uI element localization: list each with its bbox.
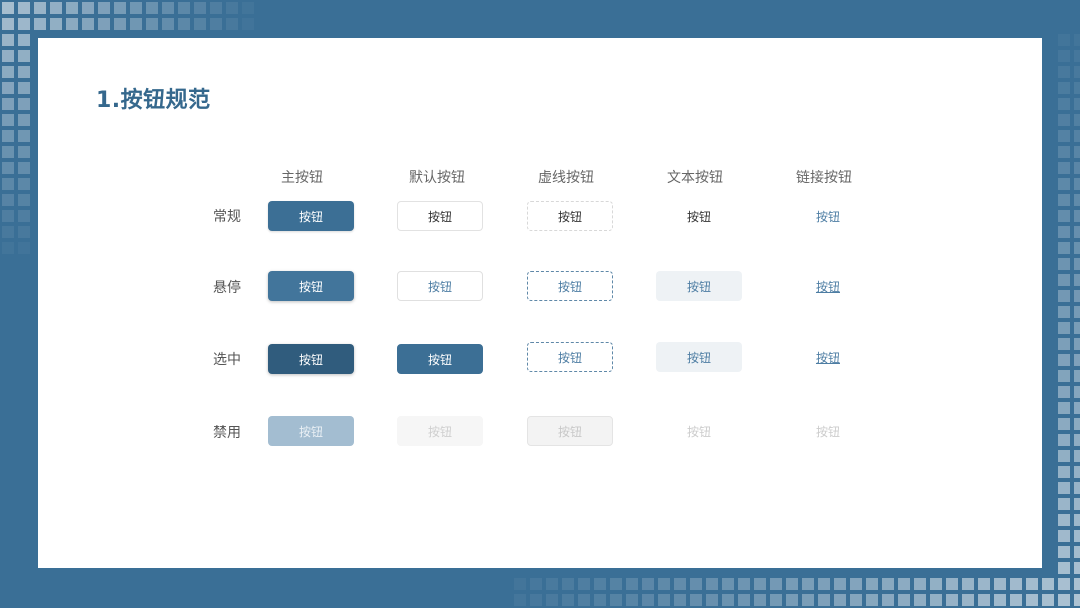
button-label: 按钮 [686, 209, 711, 224]
column-header-dashed: 虚线按钮 [538, 170, 594, 186]
button-label: 按钮 [427, 209, 452, 224]
button-label: 按钮 [298, 424, 323, 439]
button-label: 按钮 [686, 424, 711, 439]
text-button-hover[interactable]: 按钮 [656, 271, 742, 301]
text-button-selected[interactable]: 按钮 [656, 342, 742, 372]
row-label-normal: 常规 [213, 209, 241, 225]
default-button-hover[interactable]: 按钮 [397, 271, 483, 301]
button-label: 按钮 [298, 209, 323, 224]
primary-button-disabled: 按钮 [268, 416, 354, 446]
slide-card: 1.按钮规范 主按钮 默认按钮 虚线按钮 文本按钮 链接按钮 常规 悬停 选中 … [38, 38, 1042, 568]
link-button-hover[interactable]: 按钮 [785, 271, 871, 301]
button-label: 按钮 [815, 350, 840, 365]
row-label-selected: 选中 [213, 352, 241, 368]
row-label-hover: 悬停 [213, 280, 241, 296]
button-label: 按钮 [686, 279, 711, 294]
dashed-button-selected[interactable]: 按钮 [527, 342, 613, 372]
button-label: 按钮 [557, 279, 582, 294]
row-label-disabled: 禁用 [213, 425, 241, 441]
column-header-default: 默认按钮 [409, 170, 465, 186]
button-label: 按钮 [557, 424, 582, 439]
text-button-disabled: 按钮 [656, 416, 742, 446]
page-title: 1.按钮规范 [96, 88, 211, 113]
link-button-selected[interactable]: 按钮 [785, 342, 871, 372]
button-label: 按钮 [427, 352, 452, 367]
column-header-link: 链接按钮 [796, 170, 852, 186]
button-label: 按钮 [815, 279, 840, 294]
button-label: 按钮 [815, 424, 840, 439]
button-label: 按钮 [557, 209, 582, 224]
dashed-button-disabled: 按钮 [527, 416, 613, 446]
column-header-text: 文本按钮 [667, 170, 723, 186]
default-button-normal[interactable]: 按钮 [397, 201, 483, 231]
link-button-normal[interactable]: 按钮 [785, 201, 871, 231]
default-button-disabled: 按钮 [397, 416, 483, 446]
link-button-disabled: 按钮 [785, 416, 871, 446]
column-header-primary: 主按钮 [281, 170, 323, 186]
button-label: 按钮 [427, 279, 452, 294]
text-button-normal[interactable]: 按钮 [656, 201, 742, 231]
dashed-button-normal[interactable]: 按钮 [527, 201, 613, 231]
primary-button-normal[interactable]: 按钮 [268, 201, 354, 231]
dashed-button-hover[interactable]: 按钮 [527, 271, 613, 301]
button-label: 按钮 [298, 279, 323, 294]
default-button-selected[interactable]: 按钮 [397, 344, 483, 374]
button-label: 按钮 [815, 209, 840, 224]
button-label: 按钮 [427, 424, 452, 439]
button-label: 按钮 [686, 350, 711, 365]
button-label: 按钮 [557, 350, 582, 365]
primary-button-selected[interactable]: 按钮 [268, 344, 354, 374]
primary-button-hover[interactable]: 按钮 [268, 271, 354, 301]
button-label: 按钮 [298, 352, 323, 367]
